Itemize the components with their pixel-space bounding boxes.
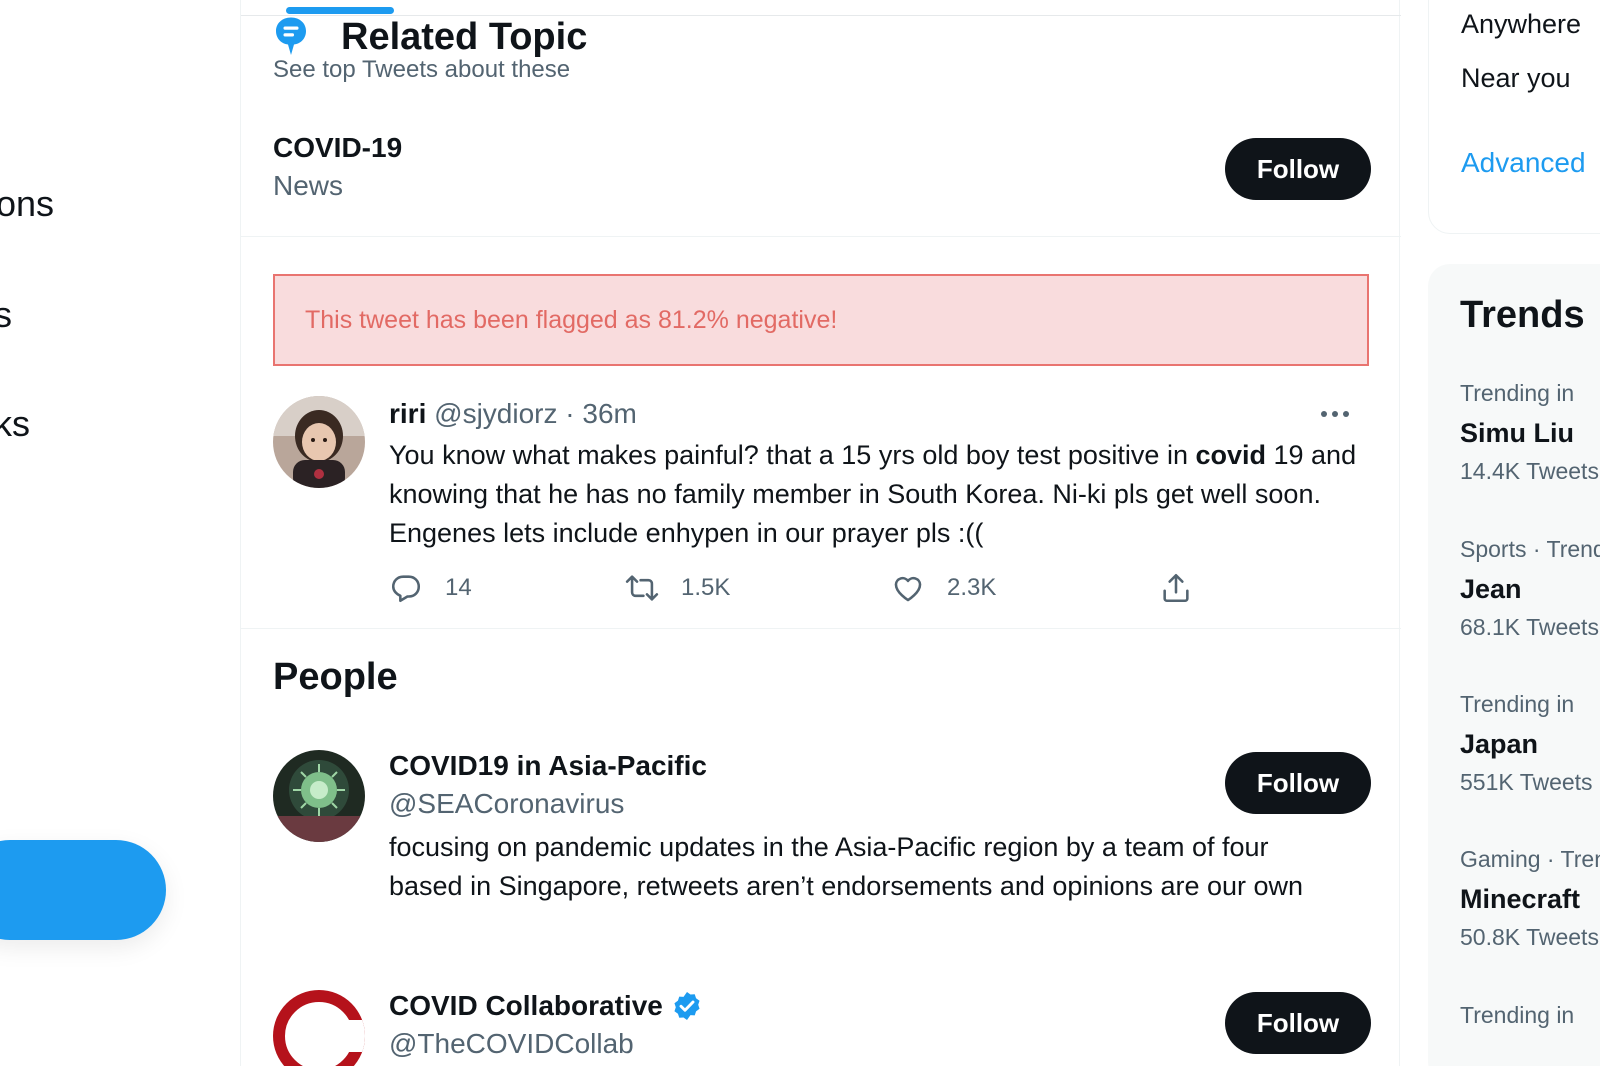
tweet-author-name[interactable]: riri	[389, 398, 426, 429]
tweet-actions: 14 1.5K 2.3K	[389, 568, 1249, 608]
verified-badge-icon	[674, 992, 700, 1020]
person-name-text: COVID Collaborative	[389, 990, 663, 1021]
avatar[interactable]	[273, 990, 365, 1066]
avatar[interactable]	[273, 396, 365, 488]
tweet-header: riri @sjydiorz · 36m	[389, 398, 637, 430]
trend-item[interactable]: Trending in Japan 551K Tweets	[1460, 691, 1600, 796]
trend-context: Trending in	[1460, 380, 1575, 406]
tweet[interactable]: riri @sjydiorz · 36m You know what makes…	[273, 396, 1369, 626]
nav-item-notifications[interactable]: ons	[0, 183, 54, 225]
topic-item[interactable]: COVID-19 News Follow	[273, 128, 1371, 208]
reply-icon	[391, 575, 421, 603]
right-sidebar: Anywhere Near you Advanced Trends Trendi…	[1428, 0, 1600, 1066]
trend-count: 14.4K Tweets	[1460, 458, 1599, 484]
trend-count: 551K Tweets	[1460, 769, 1593, 795]
search-filters-card: Anywhere Near you Advanced	[1428, 0, 1600, 234]
person-name[interactable]: COVID19 in Asia-Pacific	[389, 750, 707, 782]
share-action[interactable]	[1159, 568, 1215, 608]
sentiment-flag-banner: This tweet has been flagged as 81.2% neg…	[273, 274, 1369, 366]
trend-item[interactable]: Trending in	[1460, 1002, 1600, 1034]
trend-item[interactable]: Sports · Trending Jean 68.1K Tweets	[1460, 536, 1600, 641]
main-column: Related Topic See top Tweets about these…	[240, 0, 1401, 1066]
section-title-people: People	[273, 656, 398, 698]
person-item[interactable]: COVID19 in Asia-Pacific @SEACoronavirus …	[273, 750, 1371, 950]
trend-count: 68.1K Tweets	[1460, 614, 1599, 640]
person-handle[interactable]: @SEACoronavirus	[389, 788, 624, 820]
person-handle[interactable]: @TheCOVIDCollab	[389, 1028, 634, 1060]
left-navigation: ons s ks	[0, 0, 240, 1066]
more-dots-icon[interactable]	[1319, 404, 1351, 424]
nav-item-bookmarks[interactable]: ks	[0, 403, 30, 445]
follow-topic-button[interactable]: Follow	[1225, 138, 1371, 200]
trend-item[interactable]: Trending in Simu Liu 14.4K Tweets	[1460, 380, 1600, 485]
section-title-related-topic: Related Topic	[341, 16, 588, 58]
topic-bubble-icon	[276, 17, 306, 55]
nav-item-messages[interactable]: s	[0, 294, 12, 336]
avatar-image	[273, 990, 365, 1066]
tweet-text: You know what makes painful? that a 15 y…	[389, 436, 1369, 553]
location-option-anywhere[interactable]: Anywhere	[1461, 9, 1581, 40]
trends-title: Trends	[1460, 294, 1585, 336]
advanced-search-link[interactable]: Advanced	[1461, 147, 1586, 179]
location-option-near-you[interactable]: Near you	[1461, 63, 1571, 94]
divider	[241, 628, 1401, 629]
retweet-count: 1.5K	[681, 574, 731, 601]
divider	[241, 236, 1401, 237]
tweet-text-part: You know what makes painful? that a 15 y…	[389, 440, 1196, 470]
heart-icon	[894, 576, 922, 602]
trend-item[interactable]: Gaming · Trending Minecraft 50.8K Tweets	[1460, 846, 1600, 951]
retweet-action[interactable]: 1.5K	[625, 568, 730, 608]
tweet-separator: ·	[565, 398, 575, 429]
trend-name: Minecraft	[1460, 884, 1581, 914]
avatar[interactable]	[273, 750, 365, 842]
trends-card: Trends Trending in Simu Liu 14.4K Tweets…	[1428, 264, 1600, 1066]
tweet-time[interactable]: 36m	[582, 398, 636, 429]
avatar-image	[273, 750, 365, 842]
retweet-icon	[625, 575, 659, 601]
like-count: 2.3K	[947, 574, 997, 601]
trend-count: 50.8K Tweets	[1460, 924, 1599, 950]
trend-context: Trending in	[1460, 1002, 1575, 1028]
person-bio: focusing on pandemic updates in the Asia…	[389, 832, 1304, 901]
like-action[interactable]: 2.3K	[891, 568, 996, 608]
share-icon	[1163, 573, 1189, 603]
person-name-text: COVID19 in Asia-Pacific	[389, 750, 707, 781]
person-name[interactable]: COVID Collaborative	[389, 990, 703, 1022]
topic-name: COVID-19	[273, 132, 403, 163]
section-subtitle: See top Tweets about these	[273, 56, 571, 83]
reply-action[interactable]: 14	[389, 568, 472, 608]
sentiment-flag-text: This tweet has been flagged as 81.2% neg…	[305, 305, 838, 334]
trend-name: Japan	[1460, 729, 1539, 759]
trend-context: Trending in	[1460, 691, 1575, 717]
follow-person-button[interactable]: Follow	[1225, 992, 1371, 1054]
trend-name: Jean	[1460, 574, 1522, 604]
reply-count: 14	[445, 574, 472, 601]
tweet-author-handle[interactable]: @sjydiorz	[434, 398, 557, 429]
active-tab-indicator	[286, 7, 394, 14]
person-item[interactable]: COVID Collaborative @TheCOVIDCollab Foll…	[273, 990, 1371, 1066]
follow-person-button[interactable]: Follow	[1225, 752, 1371, 814]
topic-category: News	[273, 170, 344, 201]
trend-context: Sports · Trending	[1460, 536, 1600, 562]
trend-name: Simu Liu	[1460, 418, 1574, 448]
avatar-image	[273, 396, 365, 488]
tweet-button[interactable]	[0, 840, 166, 940]
tweet-text-highlight: covid	[1195, 440, 1266, 470]
trend-context: Gaming · Trending	[1460, 846, 1600, 872]
